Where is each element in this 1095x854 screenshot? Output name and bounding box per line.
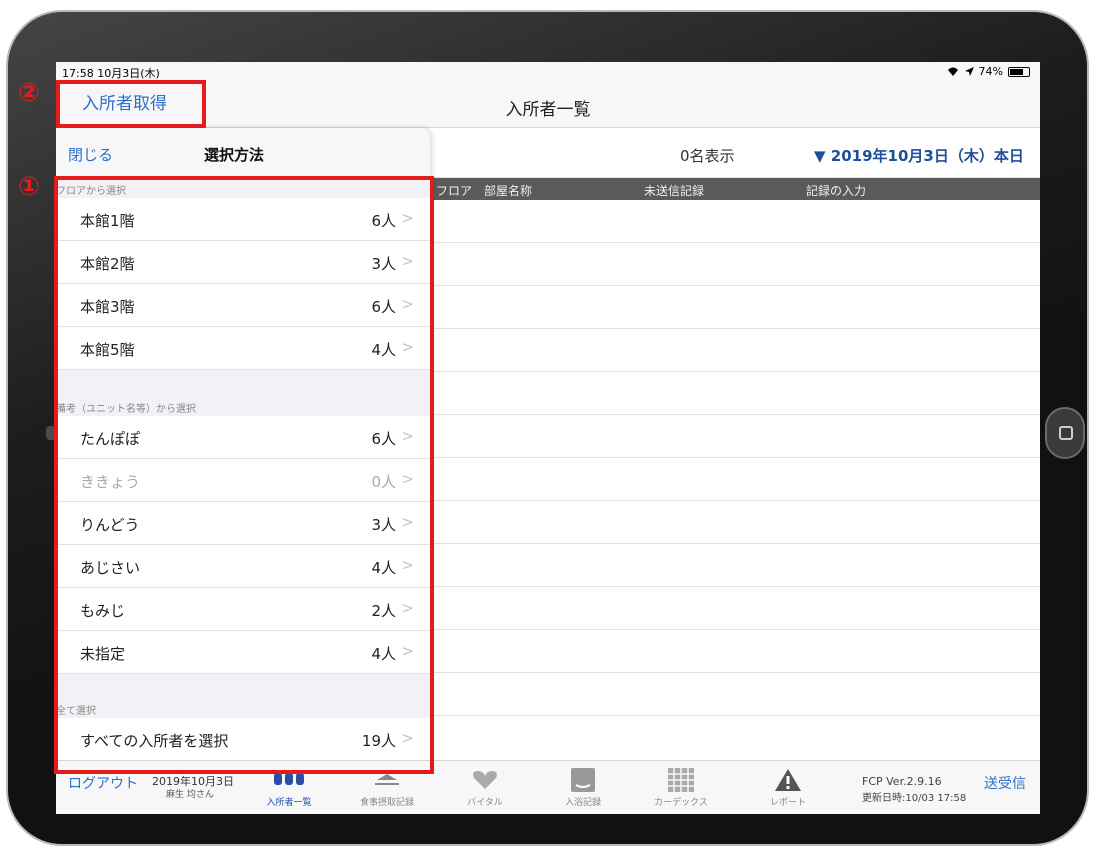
column-floor: フロア [436,184,473,198]
tab-bath[interactable]: 入浴記録 [540,765,626,808]
annotation-number-two: ② [18,78,41,108]
grid-icon [668,768,694,792]
sync-button[interactable]: 送受信 [984,773,1026,793]
table-row [430,543,1040,544]
popover-header: 閉じる 選択方法 [56,128,430,178]
table-row [430,414,1040,415]
bath-icon [571,768,595,792]
table-row [430,371,1040,372]
tab-label: 入所者一覧 [266,798,312,808]
battery-icon [1008,66,1030,77]
table-row [430,285,1040,286]
popover-title: 選択方法 [204,146,265,164]
location-arrow-icon [964,67,974,76]
tab-label: 食事摂取記録 [359,798,414,808]
column-unsent: 未送信記録 [644,184,705,198]
tab-kardex[interactable]: カーデックス [638,765,724,808]
table-row [430,242,1040,243]
table-row [430,672,1040,673]
logout-button[interactable]: ログアウト [68,773,138,793]
date-selector[interactable]: ▼ 2019年10月3日（木）本日 [814,145,1024,166]
table-row [430,586,1040,587]
table-row [430,500,1040,501]
status-time: 17:58 10月3日(木) [62,67,160,80]
table-row [430,715,1040,716]
status-right: 74% [946,65,1030,78]
tabbar-user: 麻生 均さん [166,790,214,800]
tab-report[interactable]: レポート [758,765,818,808]
battery-percent: 74% [978,65,1003,78]
app-version: FCP Ver.2.9.16 [862,775,942,788]
meal-icon [375,774,399,785]
column-record-input: 記録の入力 [806,184,867,198]
heart-icon [473,771,497,789]
home-button[interactable] [1045,407,1085,459]
home-square-icon [1059,426,1073,440]
tab-label: レポート [769,798,806,808]
tab-label: カーデックス [654,798,708,808]
tab-label: バイタル [467,798,503,808]
column-room: 部屋名称 [484,184,533,198]
wifi-icon [947,67,958,76]
close-button[interactable]: 閉じる [68,144,113,165]
annotation-box-fetch [56,80,206,128]
table-row [430,328,1040,329]
annotation-box-list [54,176,434,774]
tab-label: 入浴記録 [564,798,601,808]
warning-icon [775,769,801,791]
tab-vital[interactable]: バイタル [442,765,528,808]
table-row [430,629,1040,630]
table-row [430,457,1040,458]
annotation-number-one: ① [18,172,41,202]
resident-count: 0名表示 [680,147,735,165]
last-updated: 更新日時:10/03 17:58 [862,793,967,804]
